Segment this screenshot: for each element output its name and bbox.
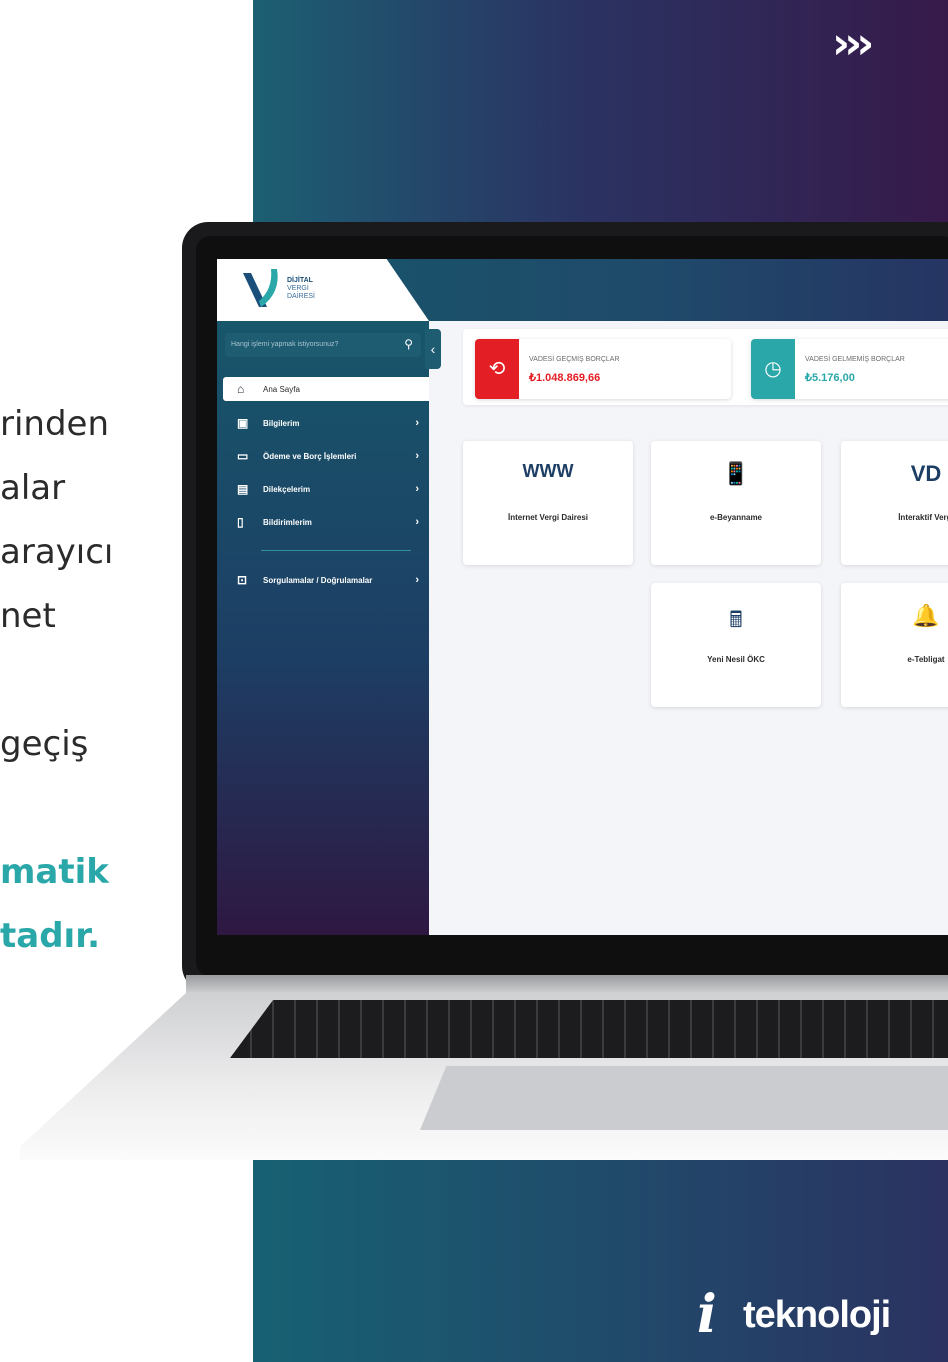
sidebar-item-ana-sayfa[interactable]: ⌂ Ana Sayfa <box>223 377 429 401</box>
sidebar-item-label: Dilekçelerim <box>263 485 311 494</box>
credit-card-icon: ▭ <box>237 449 249 463</box>
sidebar-item-bilgilerim[interactable]: ▣ Bilgilerim › <box>223 411 429 435</box>
debt-caption: VADESİ GEÇMİŞ BORÇLAR <box>529 356 620 363</box>
side-text-line: geçiş <box>0 724 89 764</box>
tile-e-tebligat[interactable]: 🔔 e-Tebligat <box>841 583 948 707</box>
chevrons-icon: ››› <box>832 18 874 69</box>
sidebar-item-label: Bildirimlerim <box>263 518 312 527</box>
iteknoloji-logo: i teknoloji <box>697 1284 917 1350</box>
search-placeholder: Hangi işlemi yapmak istiyorsunuz? <box>231 341 339 348</box>
tile-e-beyanname[interactable]: 📱 e-Beyanname <box>651 441 821 565</box>
logo-text: DİJİTAL VERGİ DAİRESİ <box>287 277 316 300</box>
mobile-document-icon: 📱 <box>722 461 750 486</box>
vd-logo-icon: VD <box>910 461 942 486</box>
sidebar-item-label: Ana Sayfa <box>263 385 300 394</box>
overdue-clock-icon: ⟲ <box>475 339 519 399</box>
tile-label: e-Tebligat <box>907 655 945 664</box>
bookmark-icon: ▯ <box>237 515 244 529</box>
sidebar-item-label: Sorgulamalar / Doğrulamalar <box>263 576 373 585</box>
pos-device-icon: 🖩 <box>729 607 743 632</box>
side-text-line: alar <box>0 468 66 508</box>
sidebar-item-bildirimlerim[interactable]: ▯ Bildirimlerim › <box>223 510 429 534</box>
debt-amount: ₺1.048.869,66 <box>529 372 601 384</box>
side-text-line: net <box>0 596 56 636</box>
tile-label: İnteraktif Vergi <box>898 513 948 522</box>
search-input[interactable]: Hangi işlemi yapmak istiyorsunuz? ⚲ <box>225 333 421 357</box>
sidebar: Hangi işlemi yapmak istiyorsunuz? ⚲ ‹ ⌂ … <box>217 321 441 935</box>
www-icon: WWW <box>522 461 574 481</box>
chevron-right-icon: › <box>415 417 419 429</box>
side-text-highlight: matik <box>0 852 109 892</box>
chevron-right-icon: › <box>415 574 419 586</box>
id-card-icon: ▣ <box>237 416 249 430</box>
tile-label: Yeni Nesil ÖKC <box>707 655 765 664</box>
main-content: ⟲ VADESİ GEÇMİŞ BORÇLAR ₺1.048.869,66 ◷ … <box>429 321 948 935</box>
side-text-line: arayıcı <box>0 532 114 572</box>
chevron-right-icon: › <box>415 516 419 528</box>
sidebar-item-sorgulamalar[interactable]: ⊡ Sorgulamalar / Doğrulamalar › <box>223 568 429 592</box>
side-text-highlight: tadır. <box>0 916 101 956</box>
side-text-line: rinden <box>0 404 110 444</box>
bell-icon: 🔔 <box>912 603 940 628</box>
upcoming-clock-icon: ◷ <box>751 339 795 399</box>
tile-interaktif-vergi[interactable]: VD İnteraktif Vergi <box>841 441 948 565</box>
brand-wordmark: teknoloji <box>743 1294 891 1336</box>
laptop-trackpad <box>420 1066 948 1130</box>
laptop-keyboard <box>230 1000 948 1058</box>
sidebar-item-label: Ödeme ve Borç İşlemleri <box>263 452 357 461</box>
tile-label: İnternet Vergi Dairesi <box>507 513 589 522</box>
dvd-logo-icon <box>243 269 278 307</box>
debt-summary: ⟲ VADESİ GEÇMİŞ BORÇLAR ₺1.048.869,66 ◷ … <box>463 329 948 405</box>
search-window-icon: ⊡ <box>237 573 248 587</box>
chevron-right-icon: › <box>415 483 419 495</box>
upcoming-debt-card[interactable]: ◷ VADESİ GELMEMİŞ BORÇLAR ₺5.176,00 <box>751 339 948 399</box>
tile-internet-vergi-dairesi[interactable]: WWW İnternet Vergi Dairesi <box>463 441 633 565</box>
tile-yeni-nesil-okc[interactable]: 🖩 Yeni Nesil ÖKC <box>651 583 821 707</box>
debt-amount: ₺5.176,00 <box>805 372 855 384</box>
tile-label: e-Beyanname <box>709 513 763 522</box>
sidebar-item-odeme[interactable]: ▭ Ödeme ve Borç İşlemleri › <box>223 444 429 468</box>
sidebar-item-label: Bilgilerim <box>263 419 300 428</box>
sidebar-divider <box>261 550 411 551</box>
debt-caption: VADESİ GELMEMİŞ BORÇLAR <box>805 356 905 363</box>
chevron-right-icon: › <box>415 450 419 462</box>
document-icon: ▤ <box>237 482 249 496</box>
sidebar-item-dilekcelerim[interactable]: ▤ Dilekçelerim › <box>223 477 429 501</box>
app-screen: DİJİTAL VERGİ DAİRESİ Hangi işlemi yapma… <box>217 259 948 935</box>
search-icon[interactable]: ⚲ <box>404 337 413 351</box>
brand-mark: i <box>697 1284 717 1345</box>
overdue-debt-card[interactable]: ⟲ VADESİ GEÇMİŞ BORÇLAR ₺1.048.869,66 <box>475 339 731 399</box>
home-icon: ⌂ <box>237 382 245 396</box>
